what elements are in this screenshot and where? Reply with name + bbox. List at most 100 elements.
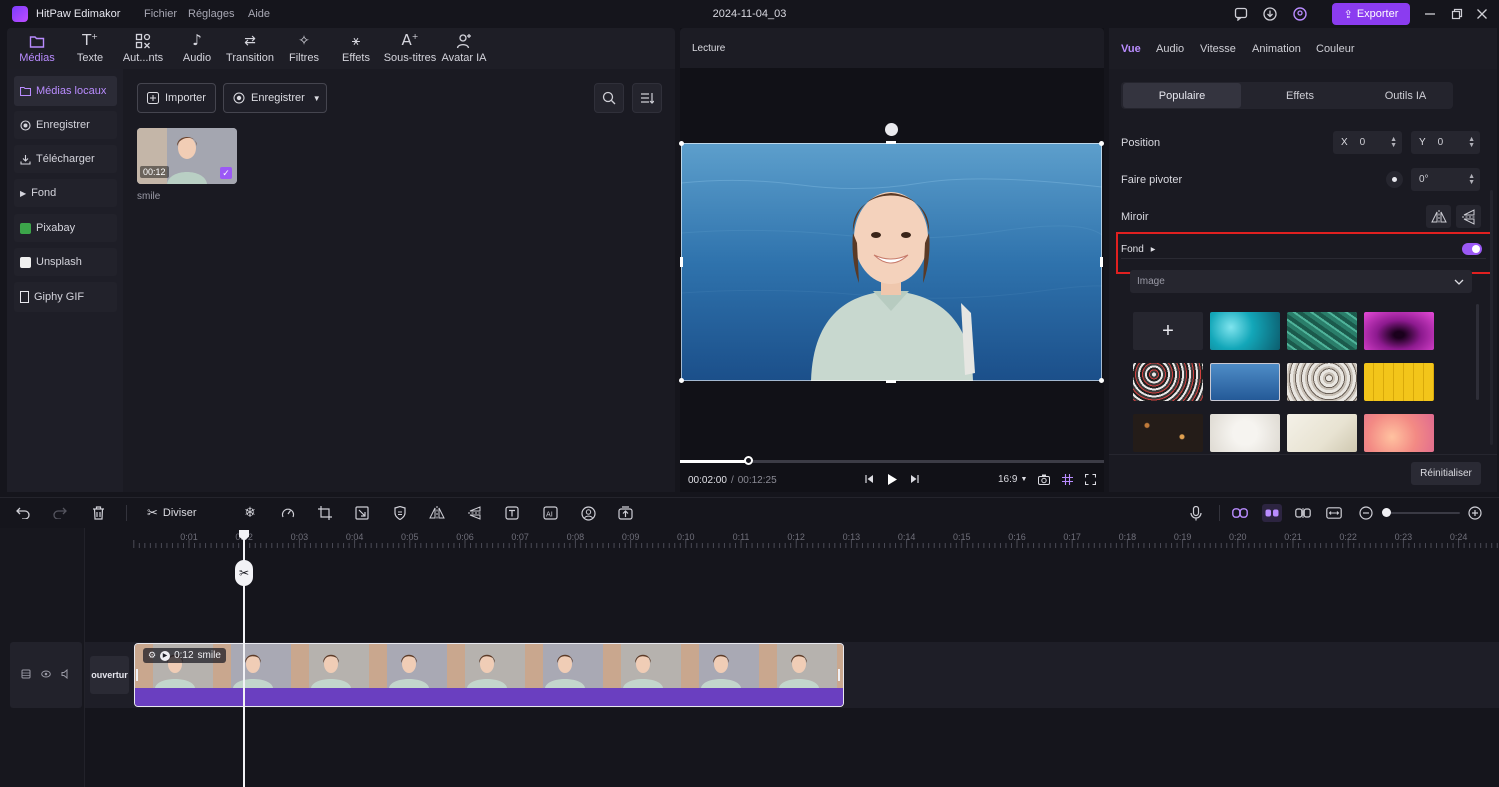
position-y-input[interactable]: Y 0 ▲ ▼ [1411,131,1480,154]
resize-handle[interactable] [679,141,684,146]
upload-icon[interactable] [617,505,633,521]
cover-button[interactable]: ouvertur [90,656,129,694]
freeze-icon[interactable]: ❄ [242,505,258,521]
segment-outils-ia[interactable]: Outils IA [1359,83,1452,108]
sidebar-item-medias-locaux[interactable]: Médias locaux [14,76,117,106]
resize-handle[interactable] [680,257,683,267]
zoom-slider-thumb[interactable] [1382,508,1391,517]
rotate-input[interactable]: 0° ▲ ▼ [1411,168,1480,191]
background-swatch-green-glass[interactable] [1287,312,1357,350]
reset-button[interactable]: Réinitialiser [1411,462,1481,485]
add-background-button[interactable]: + [1133,312,1203,350]
search-button[interactable] [594,83,624,113]
background-swatch-blue-sea-selected[interactable] [1210,363,1280,401]
panel-scrollbar[interactable] [1490,190,1493,445]
tool-avatar-ia[interactable]: Avatar IA [438,31,490,69]
resize-handle[interactable] [1099,141,1104,146]
sort-button[interactable] [632,83,662,113]
sidebar-item-fond[interactable]: ▶ Fond [14,179,117,207]
next-frame-icon[interactable] [908,472,922,486]
redo-icon[interactable] [52,505,68,521]
selected-check-icon[interactable]: ✓ [220,167,232,179]
face-icon[interactable] [580,505,596,521]
swatch-scrollbar[interactable] [1476,304,1479,400]
import-button[interactable]: Importer [137,83,216,113]
resize-handle[interactable] [679,378,684,383]
resize-handle[interactable] [1100,257,1103,267]
background-toggle-row[interactable]: Fond ▶ [1121,244,1155,255]
tool-sous-titres[interactable]: A+ Sous-titres [381,31,439,69]
background-swatch-terrazzo[interactable] [1287,363,1357,401]
ai-tools-icon[interactable]: AI [542,505,558,521]
background-swatch-dark-glitter[interactable] [1133,414,1203,452]
undo-icon[interactable] [15,505,31,521]
minimize-icon[interactable] [1422,6,1438,22]
record-dropdown-button[interactable]: Enregistrer ▼ [223,83,327,113]
menu-aide[interactable]: Aide [248,8,270,20]
tab-couleur[interactable]: Couleur [1316,43,1355,55]
mirror-icon[interactable] [429,505,445,521]
feedback-icon[interactable] [1233,6,1249,22]
background-swatch-purple-tunnel[interactable] [1364,312,1434,350]
crop-icon[interactable] [317,505,333,521]
tool-medias[interactable]: Médias [14,31,60,69]
export-button[interactable]: ⇪ Exporter [1332,3,1410,25]
account-icon[interactable] [1292,6,1308,22]
aspect-ratio-dropdown[interactable]: 16:9 ▼ [998,474,1027,485]
segment-effets[interactable]: Effets [1241,83,1359,108]
fit-width-icon[interactable] [1326,505,1342,521]
tab-vitesse[interactable]: Vitesse [1200,43,1236,55]
clip-trim-left-handle[interactable] [136,669,138,681]
tool-transition[interactable]: ⇄ Transition [224,31,276,69]
background-swatch-white-paper[interactable] [1210,414,1280,452]
video-canvas[interactable] [681,143,1102,381]
position-x-input[interactable]: X 0 ▲ ▼ [1333,131,1402,154]
tab-audio[interactable]: Audio [1156,43,1184,55]
resize-handle[interactable] [1099,378,1104,383]
speed-icon[interactable] [280,505,296,521]
split-button[interactable]: ✂ Diviser [147,505,197,521]
background-swatch-teal-sparkle[interactable] [1210,312,1280,350]
mirror-horizontal-button[interactable] [1426,205,1451,228]
split-audio-icon[interactable] [1295,505,1311,521]
background-type-select[interactable]: Image [1130,270,1472,293]
grid-icon[interactable] [1060,472,1074,486]
rotate-dial[interactable] [1386,171,1403,188]
link-icon[interactable] [1232,505,1248,521]
resize-handle[interactable] [886,380,896,383]
background-swatch-confetti[interactable] [1133,363,1203,401]
close-icon[interactable] [1474,6,1490,22]
background-swatch-peach-bokeh[interactable] [1364,414,1434,452]
stepper-icon[interactable]: ▲ ▼ [1390,136,1397,149]
split-at-playhead-icon[interactable]: ✂ [235,560,253,586]
sidebar-item-telecharger[interactable]: Télécharger [14,145,117,173]
prev-frame-icon[interactable] [862,472,876,486]
resize-icon[interactable] [354,505,370,521]
restore-icon[interactable] [1449,6,1465,22]
media-item-thumbnail[interactable]: 00:12 ✓ [137,128,237,184]
background-swatch-yellow-blocks[interactable] [1364,363,1434,401]
zoom-in-icon[interactable] [1467,505,1483,521]
track-eye-icon[interactable] [41,669,51,679]
play-icon[interactable] [884,471,900,487]
sidebar-item-enregistrer[interactable]: Enregistrer [14,111,117,139]
tool-elements[interactable]: Aut...nts [120,31,166,69]
segment-populaire[interactable]: Populaire [1123,83,1241,108]
snapshot-icon[interactable] [1037,472,1051,486]
stepper-icon[interactable]: ▲ ▼ [1468,136,1475,149]
flip-icon[interactable] [467,505,483,521]
sidebar-item-unsplash[interactable]: Unsplash [14,248,117,276]
sidebar-item-pixabay[interactable]: Pixabay [14,214,117,242]
tab-vue[interactable]: Vue [1121,43,1141,55]
zoom-out-icon[interactable] [1358,505,1374,521]
menu-fichier[interactable]: Fichier [144,8,177,20]
delete-icon[interactable] [90,505,106,521]
zoom-slider[interactable] [1384,512,1460,514]
clip-settings-icon[interactable]: ⚙ [148,651,156,661]
tool-texte[interactable]: T+ Texte [70,31,110,69]
resize-handle[interactable] [886,141,896,144]
fullscreen-icon[interactable] [1083,472,1097,486]
background-swatch-leaves[interactable] [1287,414,1357,452]
tool-filtres[interactable]: ✧ Filtres [286,31,322,69]
background-toggle-switch[interactable] [1462,243,1482,255]
